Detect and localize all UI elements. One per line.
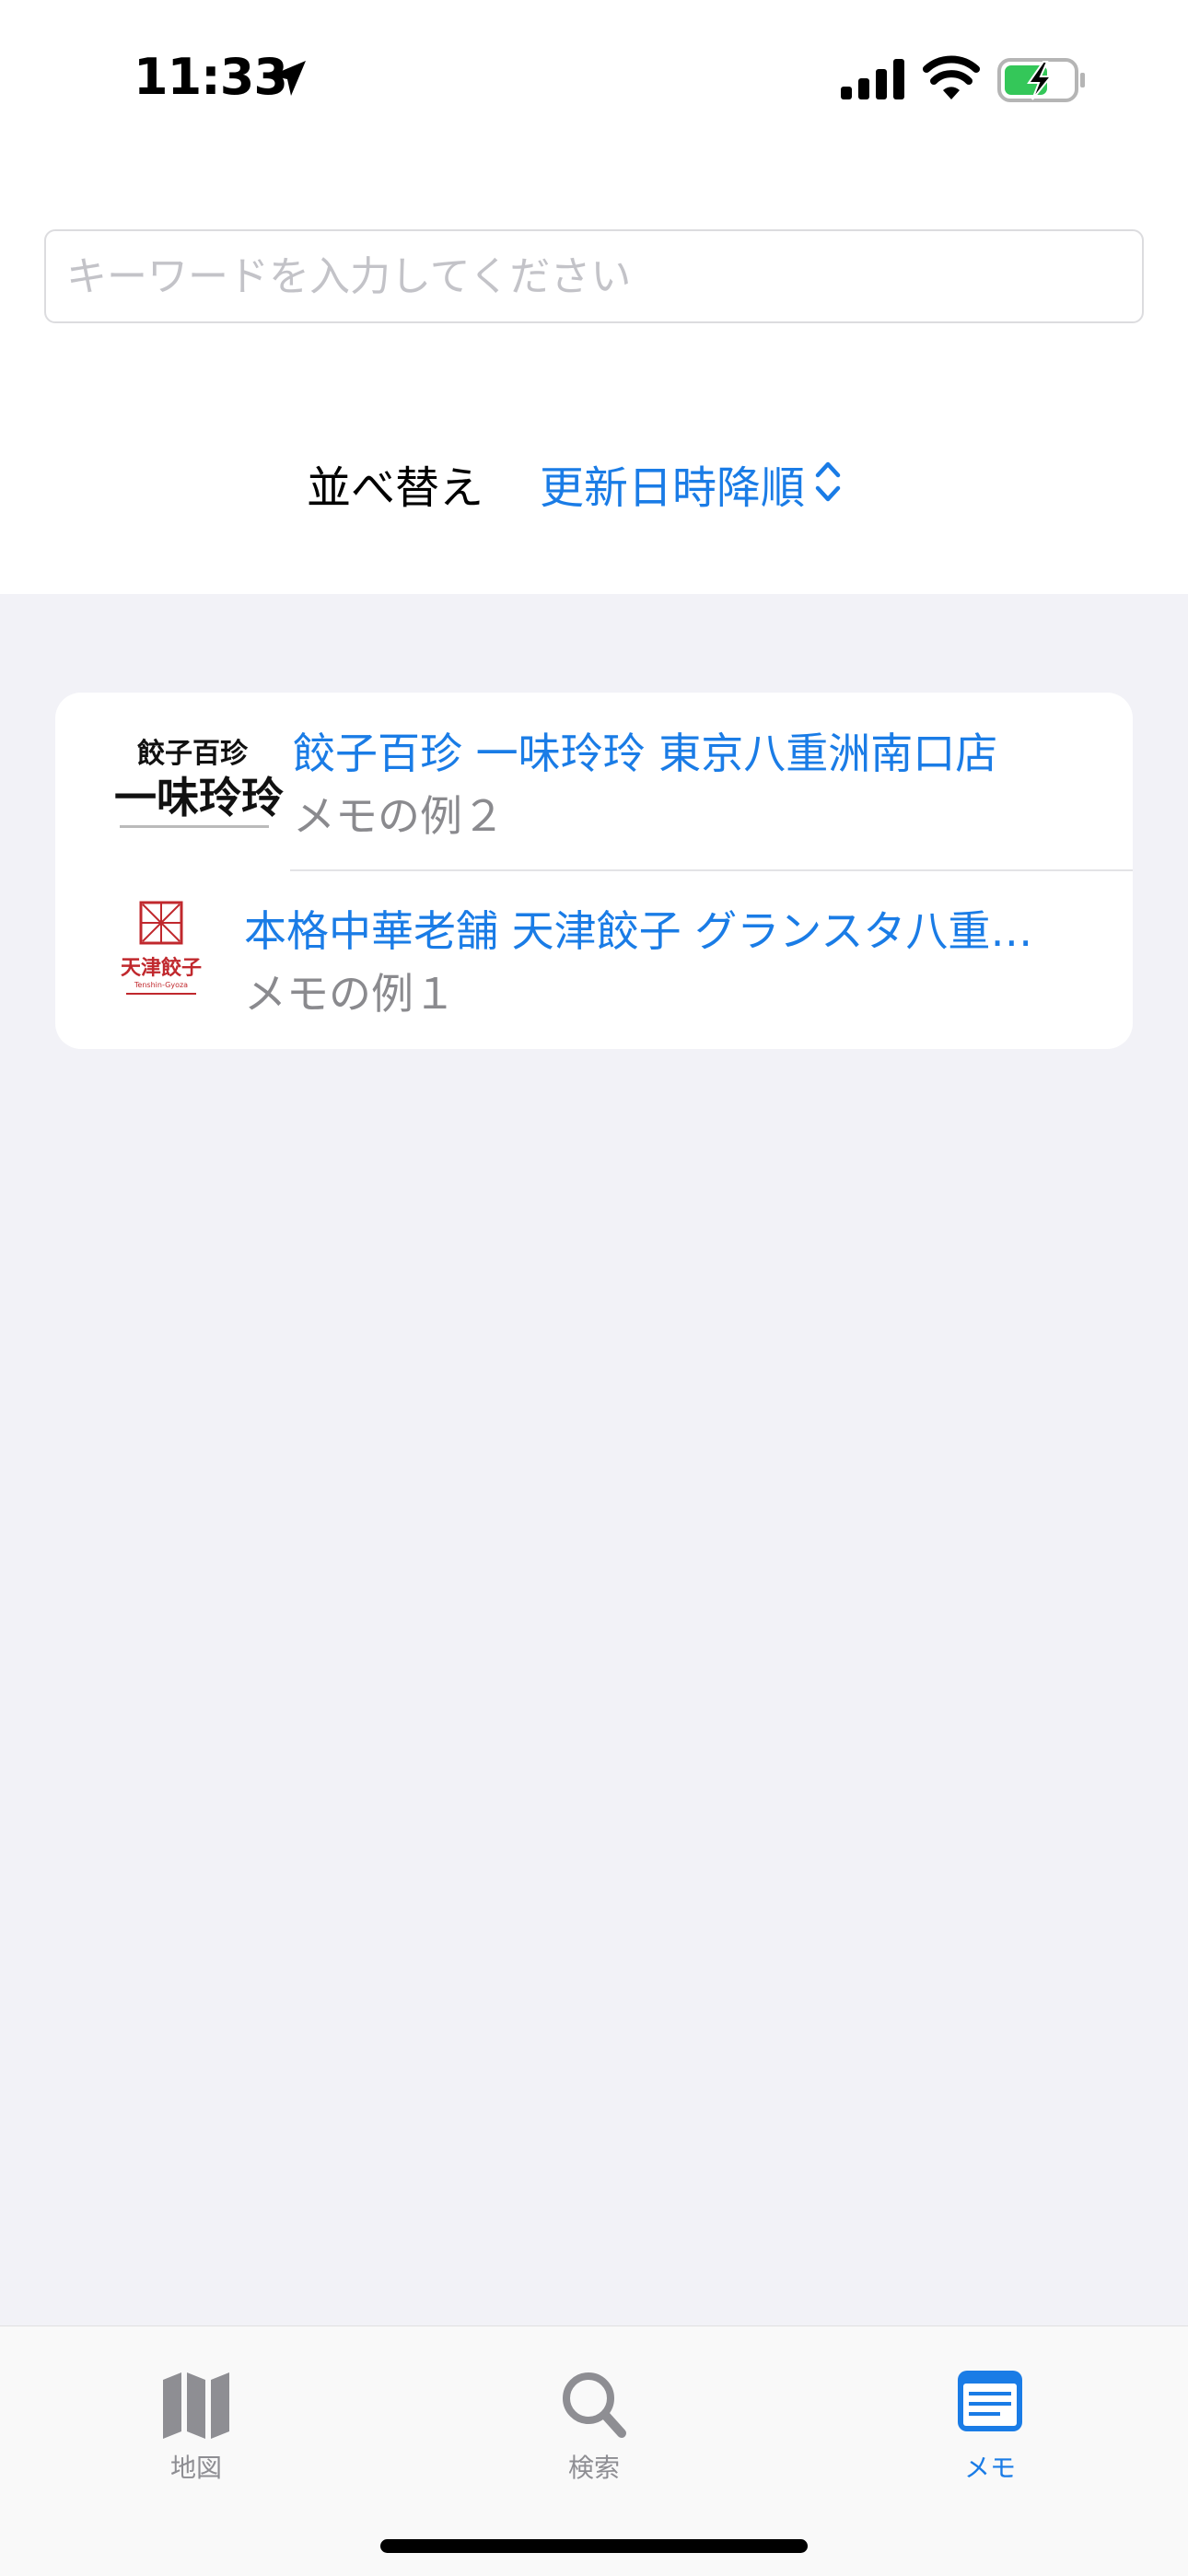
svg-text:Tenshin-Gyoza: Tenshin-Gyoza <box>134 981 188 989</box>
tab-label: 検索 <box>567 2453 620 2483</box>
tab-label: 地図 <box>169 2453 222 2483</box>
tab-search[interactable]: 検索 <box>502 2326 686 2511</box>
shop-name: 餃子百珍 一味玲玲 東京八重洲南口店 <box>293 729 998 778</box>
sort-order-selector[interactable]: 更新日時降順 <box>540 451 805 516</box>
sort-label: 並べ替え <box>307 462 484 514</box>
svg-text:天津餃子: 天津餃子 <box>121 956 202 980</box>
tab-map[interactable]: 地図 <box>104 2326 288 2511</box>
svg-text:餃子百珍: 餃子百珍 <box>137 738 249 770</box>
keyword-search-input[interactable] <box>44 229 1144 323</box>
location-arrow-icon <box>271 61 306 96</box>
memo-text: メモの例１ <box>244 969 456 1019</box>
chevron-up-down-icon[interactable] <box>814 459 842 505</box>
memo-icon <box>958 2371 1022 2431</box>
shop-name: 本格中華老舗 天津餃子 グランスタ八重… <box>244 906 1033 956</box>
status-time: 11:33 <box>134 48 288 106</box>
list-item[interactable]: 餃子百珍 一味玲玲 餃子百珍 一味玲玲 東京八重洲南口店 メモの例２ <box>55 693 1133 869</box>
cellular-signal-icon <box>841 59 904 99</box>
svg-text:一味玲玲: 一味玲玲 <box>114 773 284 822</box>
home-indicator[interactable] <box>380 2539 808 2553</box>
header-area: 11:33 並べ替え 更新日時降順 <box>0 0 1188 594</box>
memo-list: 餃子百珍 一味玲玲 餃子百珍 一味玲玲 東京八重洲南口店 メモの例２ 天津餃子 … <box>55 693 1133 1049</box>
battery-charging-icon <box>997 58 1085 102</box>
memo-text: メモの例２ <box>293 791 505 841</box>
shop-logo-image: 天津餃子 Tenshin-Gyoza <box>115 901 207 1002</box>
tab-label: メモ <box>963 2453 1016 2483</box>
wifi-icon <box>923 55 980 99</box>
magnifier-icon <box>563 2372 626 2438</box>
list-item[interactable]: 天津餃子 Tenshin-Gyoza 本格中華老舗 天津餃子 グランスタ八重… … <box>55 870 1133 1049</box>
tab-memo[interactable]: メモ <box>898 2326 1082 2511</box>
map-icon <box>163 2372 229 2439</box>
